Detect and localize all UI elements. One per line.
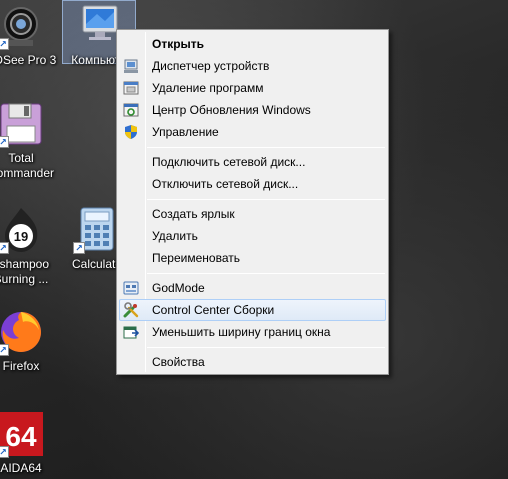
godmode-icon bbox=[123, 280, 139, 296]
uninstall-programs-icon bbox=[123, 80, 139, 96]
menu-item-properties[interactable]: Свойства bbox=[119, 351, 386, 373]
desktop-icon-label: CDSee Pro 3 bbox=[0, 53, 57, 67]
desktop-icon-label: AIDA64 bbox=[0, 461, 42, 475]
menu-item-device-manager[interactable]: Диспетчер устройств bbox=[119, 55, 386, 77]
menu-item-label: Открыть bbox=[152, 37, 205, 51]
desktop-icon-label: Commander bbox=[0, 166, 55, 180]
menu-item-open[interactable]: Открыть bbox=[119, 33, 386, 55]
desktop-icon-label: Firefox bbox=[2, 359, 40, 373]
window-border-icon bbox=[123, 324, 140, 340]
floppy-disk-icon: ↗ bbox=[0, 100, 45, 148]
desktop-icon-ashampoo[interactable]: 19 ↗ ashampoo Burning ... bbox=[0, 206, 60, 287]
device-manager-icon bbox=[123, 58, 139, 74]
menu-separator bbox=[147, 199, 385, 200]
menu-item-create-shortcut[interactable]: Создать ярлык bbox=[119, 203, 386, 225]
windows-update-icon bbox=[123, 102, 139, 118]
menu-item-disconnect-network-drive[interactable]: Отключить сетевой диск... bbox=[119, 173, 386, 195]
menu-item-label: Свойства bbox=[152, 355, 205, 369]
desktop-icon-label: ashampoo bbox=[0, 257, 50, 271]
desktop-icon-label: Total bbox=[8, 151, 34, 165]
menu-item-label: Создать ярлык bbox=[152, 207, 235, 221]
shortcut-arrow-icon: ↗ bbox=[0, 136, 9, 148]
shortcut-arrow-icon: ↗ bbox=[0, 242, 9, 254]
menu-item-rename[interactable]: Переименовать bbox=[119, 247, 386, 269]
tools-icon bbox=[123, 302, 139, 318]
menu-item-label: GodMode bbox=[152, 281, 205, 295]
desktop-icon-firefox[interactable]: ↗ Firefox bbox=[0, 308, 60, 374]
aida64-glyph: 64 bbox=[5, 421, 37, 452]
desktop-icon-aida64[interactable]: 64 ↗ AIDA64 bbox=[0, 410, 60, 476]
menu-separator bbox=[147, 347, 385, 348]
aida64-icon: 64 ↗ bbox=[0, 410, 45, 458]
shortcut-arrow-icon: ↗ bbox=[73, 242, 85, 254]
menu-item-label: Подключить сетевой диск... bbox=[152, 155, 306, 169]
ashampoo-flame-icon: 19 ↗ bbox=[0, 206, 45, 254]
menu-item-label: Уменьшить ширину границ окна bbox=[152, 325, 331, 339]
desktop-icon-label: Burning ... bbox=[0, 272, 49, 286]
shortcut-arrow-icon: ↗ bbox=[0, 344, 9, 356]
menu-item-uninstall-programs[interactable]: Удаление программ bbox=[119, 77, 386, 99]
shortcut-arrow-icon: ↗ bbox=[0, 446, 9, 458]
menu-item-label: Удалить bbox=[152, 229, 198, 243]
menu-item-label: Центр Обновления Windows bbox=[152, 103, 311, 117]
menu-item-label: Управление bbox=[152, 125, 219, 139]
calculator-icon: ↗ bbox=[73, 206, 121, 254]
menu-item-label: Диспетчер устройств bbox=[152, 59, 270, 73]
desktop-icon-acdsee[interactable]: ↗ CDSee Pro 3 bbox=[0, 2, 60, 68]
desktop-icon-total-commander[interactable]: ↗ Total Commander bbox=[0, 100, 60, 181]
menu-item-control-center[interactable]: Control Center Сборки bbox=[119, 299, 386, 321]
context-menu: Открыть Диспетчер устройств Удаление про… bbox=[116, 29, 389, 375]
menu-item-label: Переименовать bbox=[152, 251, 240, 265]
desktop: ↗ CDSee Pro 3 Компьюте ↗ bbox=[0, 0, 508, 479]
ashampoo-version-badge: 19 bbox=[14, 229, 28, 244]
uac-shield-icon bbox=[123, 124, 139, 140]
menu-item-manage[interactable]: Управление bbox=[119, 121, 386, 143]
menu-item-label: Control Center Сборки bbox=[152, 303, 275, 317]
shortcut-arrow-icon: ↗ bbox=[0, 38, 9, 50]
menu-item-map-network-drive[interactable]: Подключить сетевой диск... bbox=[119, 151, 386, 173]
menu-separator bbox=[147, 273, 385, 274]
menu-separator bbox=[147, 147, 385, 148]
firefox-icon: ↗ bbox=[0, 308, 45, 356]
menu-item-delete[interactable]: Удалить bbox=[119, 225, 386, 247]
menu-item-windows-update[interactable]: Центр Обновления Windows bbox=[119, 99, 386, 121]
menu-item-reduce-border-width[interactable]: Уменьшить ширину границ окна bbox=[119, 321, 386, 343]
menu-item-godmode[interactable]: GodMode bbox=[119, 277, 386, 299]
acdsee-icon: ↗ bbox=[0, 2, 45, 50]
menu-item-label: Отключить сетевой диск... bbox=[152, 177, 299, 191]
menu-item-label: Удаление программ bbox=[152, 81, 264, 95]
